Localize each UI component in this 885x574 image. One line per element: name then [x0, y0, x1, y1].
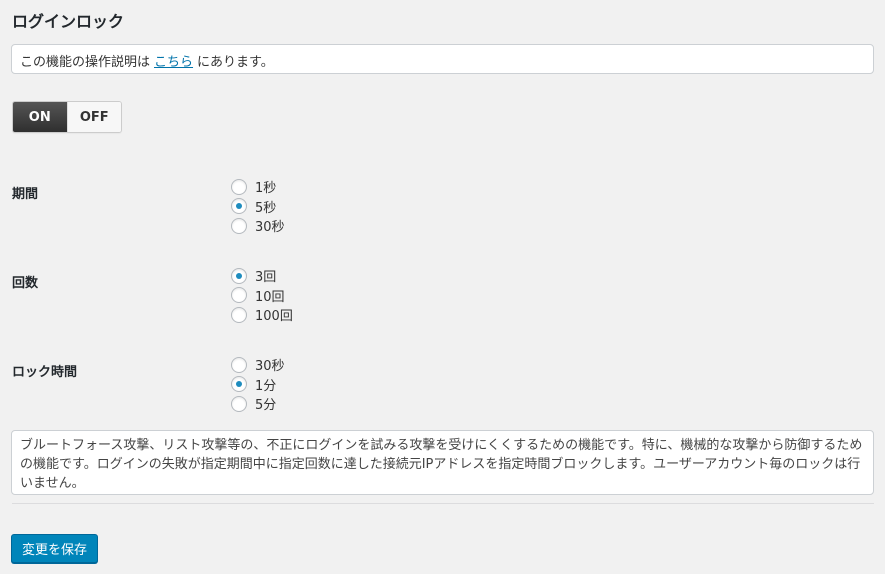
radio-label: 10回 [255, 289, 285, 305]
lock-time-label: ロック時間 [12, 365, 78, 380]
toggle-on-button[interactable]: ON [13, 102, 67, 132]
toggle-off-button[interactable]: OFF [66, 102, 121, 132]
radio-label: 30秒 [255, 359, 285, 375]
period-option-0[interactable]: 1秒 [231, 177, 285, 197]
period-radio-group: 1秒 5秒 30秒 [231, 177, 285, 236]
radio-button[interactable] [231, 376, 247, 393]
count-option-0[interactable]: 3回 [231, 266, 293, 286]
count-radio-group: 3回 10回 100回 [231, 266, 293, 325]
count-option-2[interactable]: 100回 [231, 305, 293, 325]
radio-button[interactable] [231, 395, 247, 412]
radio-label: 1分 [255, 378, 277, 394]
radio-button[interactable] [231, 217, 247, 234]
radio-button[interactable] [231, 198, 247, 215]
page-title: ログインロック [12, 12, 125, 31]
notice-text-after: にあります。 [197, 55, 274, 70]
radio-label: 5秒 [255, 200, 277, 216]
notice-text-before: この機能の操作説明は [20, 55, 151, 70]
feature-description: ブルートフォース攻撃、リスト攻撃等の、不正にログインを試みる攻撃を受けにくくする… [11, 430, 874, 495]
lock-time-option-1[interactable]: 1分 [231, 375, 285, 395]
radio-label: 3回 [255, 270, 277, 286]
help-link[interactable]: こちら [154, 55, 193, 70]
save-button[interactable]: 変更を保存 [11, 534, 99, 563]
radio-button[interactable] [231, 178, 247, 195]
radio-label: 5分 [255, 398, 277, 414]
radio-button[interactable] [231, 306, 247, 323]
period-option-1[interactable]: 5秒 [231, 197, 285, 217]
radio-label: 100回 [255, 309, 293, 325]
count-label: 回数 [12, 276, 39, 291]
lock-time-radio-group: 30秒 1分 5分 [231, 355, 285, 414]
period-option-2[interactable]: 30秒 [231, 216, 285, 236]
lock-time-option-0[interactable]: 30秒 [231, 355, 285, 375]
divider [12, 503, 874, 504]
period-label: 期間 [12, 187, 39, 202]
radio-button[interactable] [231, 267, 247, 284]
on-off-toggle[interactable]: ON OFF [12, 101, 122, 133]
radio-button[interactable] [231, 287, 247, 304]
radio-label: 1秒 [255, 181, 277, 197]
lock-time-option-2[interactable]: 5分 [231, 394, 285, 414]
radio-button[interactable] [231, 356, 247, 373]
help-notice: この機能の操作説明は こちら にあります。 [11, 44, 874, 74]
count-option-1[interactable]: 10回 [231, 286, 293, 306]
radio-label: 30秒 [255, 220, 285, 236]
